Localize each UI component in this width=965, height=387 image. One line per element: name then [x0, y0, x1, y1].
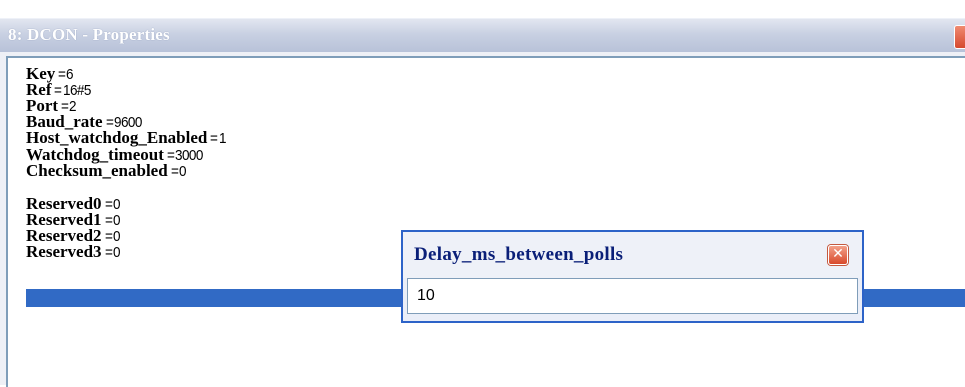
property-value: 0	[112, 196, 120, 213]
property-row-checksum-enabled[interactable]: Checksum_enabled =0	[26, 162, 187, 180]
property-row-reserved3[interactable]: Reserved3 =0	[26, 242, 120, 261]
property-value: 0	[112, 212, 120, 229]
property-equals: =	[104, 212, 113, 229]
window-client-area: Key =6 Ref =16#5 Port =2 Baud_rate =9600 Hos…	[0, 52, 965, 387]
dialog-title: Delay_ms_between_polls	[414, 244, 624, 265]
property-key: Reserved3	[26, 242, 102, 261]
edit-property-dialog[interactable]: Delay_ms_between_polls ✕ 10	[401, 230, 864, 323]
property-row-host-watchdog-enabled[interactable]: Host_watchdog_Enabled =1	[26, 129, 226, 147]
property-value: 0	[112, 244, 120, 261]
window-close-icon[interactable]	[954, 25, 965, 49]
property-equals: =	[58, 66, 66, 83]
dialog-close-icon[interactable]: ✕	[828, 245, 848, 265]
property-value: 0	[112, 228, 120, 245]
property-value: 1	[218, 130, 226, 147]
property-value: 6	[66, 66, 74, 83]
property-equals: =	[104, 196, 113, 213]
window-title: 8: DCON - Properties	[8, 25, 170, 44]
property-value-input[interactable]: 10	[407, 278, 858, 314]
property-equals: =	[104, 228, 113, 245]
dialog-title-bar[interactable]: Delay_ms_between_polls ✕	[403, 232, 862, 278]
property-equals: =	[210, 180, 218, 197]
property-equals: =	[210, 130, 218, 147]
property-equals: =	[104, 244, 113, 261]
property-value: 3000	[175, 147, 203, 164]
properties-list[interactable]: Key =6 Ref =16#5 Port =2 Baud_rate =9600 Hos…	[6, 56, 965, 387]
property-value: 16#5	[62, 82, 91, 99]
window-title-bar[interactable]: 8: DCON - Properties	[0, 18, 965, 53]
property-value: 10	[218, 180, 233, 197]
